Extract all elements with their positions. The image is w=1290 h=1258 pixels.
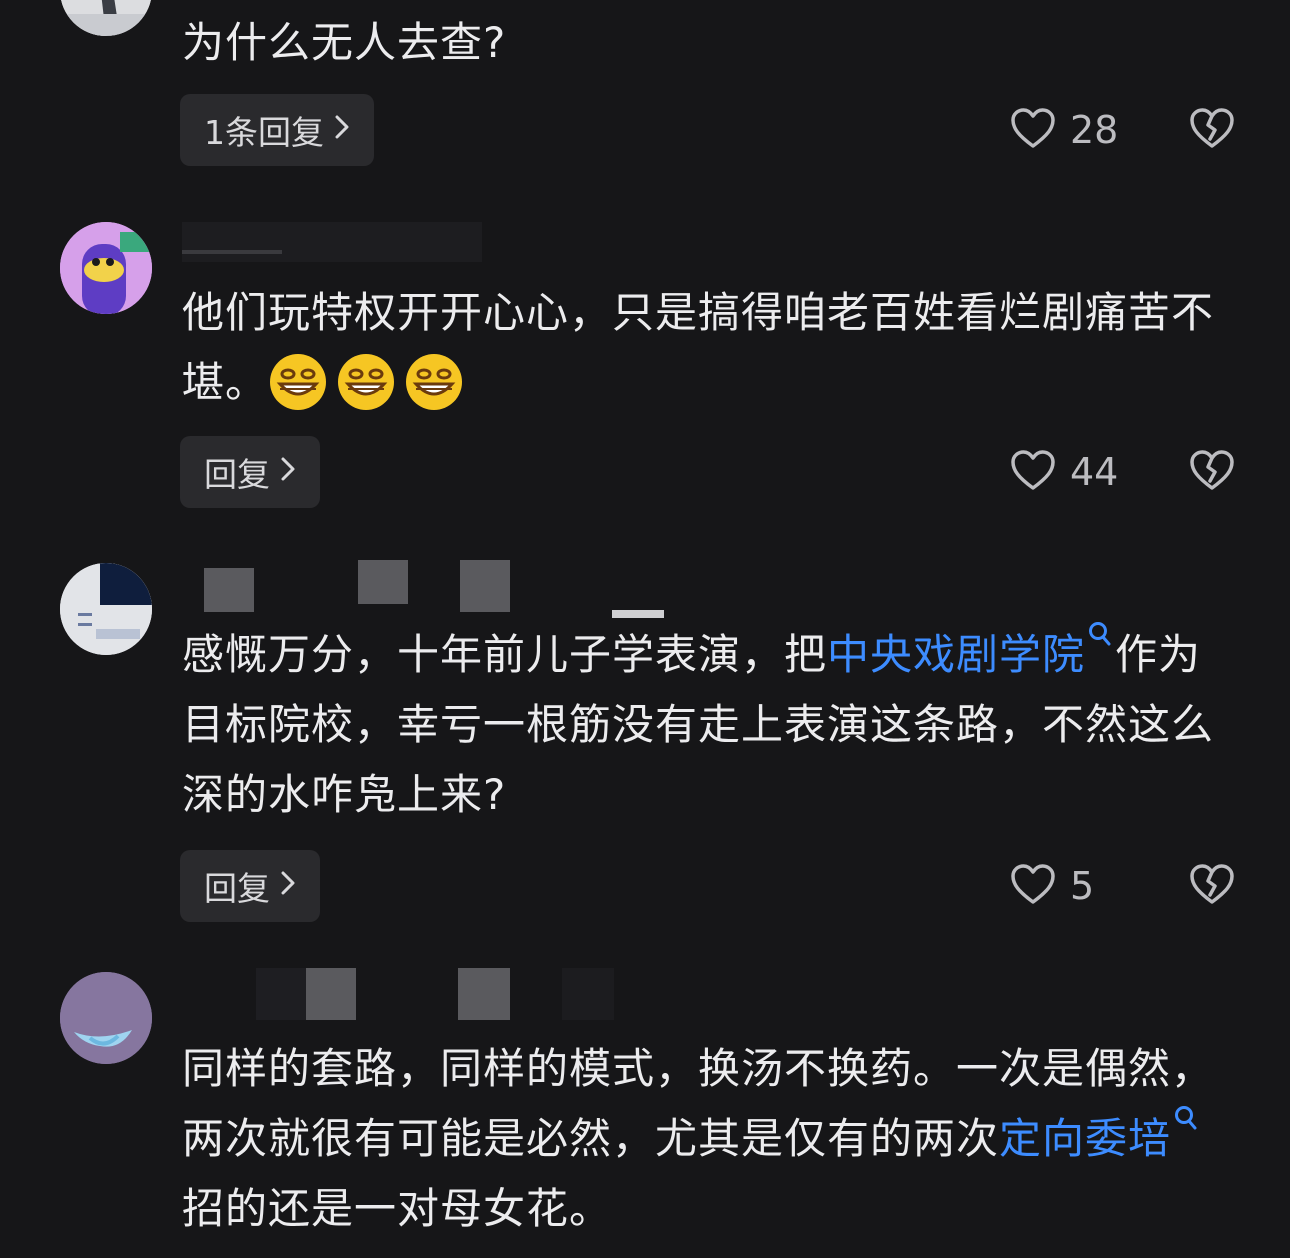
search-icon	[1085, 620, 1115, 654]
reply-button[interactable]: 回复	[180, 436, 320, 508]
chevron-right-icon	[280, 455, 296, 490]
like-button[interactable]: 5	[1010, 850, 1094, 922]
reply-label: 1条回复	[204, 113, 324, 152]
reply-button[interactable]: 回复	[180, 850, 320, 922]
dislike-button[interactable]	[1188, 94, 1236, 166]
comment-text-content: 感慨万分，十年前儿子学表演，把	[182, 630, 828, 679]
like-count: 5	[1070, 864, 1095, 908]
username-redacted	[182, 560, 702, 618]
grinning-face-emoji	[268, 353, 336, 410]
like-count: 44	[1070, 450, 1119, 494]
like-button[interactable]: 28	[1010, 94, 1118, 166]
avatar-image	[60, 0, 152, 36]
search-link[interactable]: 中央戏剧学院	[827, 622, 1115, 679]
reply-label: 回复	[204, 455, 270, 494]
heart-outline-icon	[1010, 107, 1056, 153]
like-button[interactable]: 44	[1010, 436, 1118, 508]
heart-outline-icon	[1010, 863, 1056, 909]
username-redacted	[182, 212, 702, 262]
avatar[interactable]	[60, 972, 152, 1064]
reply-button[interactable]: 1条回复	[180, 94, 374, 166]
broken-heart-icon	[1189, 863, 1235, 909]
heart-outline-icon	[1010, 449, 1056, 495]
grinning-face-emoji	[404, 353, 472, 410]
avatar-image	[60, 222, 152, 314]
search-link-text: 定向委培	[999, 1114, 1172, 1163]
search-link[interactable]: 定向委培	[999, 1106, 1201, 1163]
dislike-button[interactable]	[1188, 850, 1236, 922]
avatar[interactable]	[60, 563, 152, 655]
reply-label: 回复	[204, 869, 270, 908]
search-icon	[1171, 1104, 1201, 1138]
username-redacted	[182, 968, 702, 1020]
avatar-image	[60, 563, 152, 655]
comment-text: 他们玩特权开开心心，只是搞得咱老百姓看烂剧痛苦不堪。	[182, 278, 1242, 418]
like-count: 28	[1070, 108, 1119, 152]
broken-heart-icon	[1189, 449, 1235, 495]
grinning-face-emoji	[336, 353, 404, 410]
chevron-right-icon	[334, 113, 350, 148]
comment-text: 感慨万分，十年前儿子学表演，把中央戏剧学院 作为目标院校，幸亏一根筋没有走上表演这…	[182, 620, 1242, 830]
chevron-right-icon	[280, 869, 296, 904]
avatar[interactable]	[60, 0, 152, 36]
comment-text: 同样的套路，同样的模式，换汤不换药。一次是偶然，两次就很有可能是必然，尤其是仅有…	[182, 1034, 1242, 1244]
broken-heart-icon	[1189, 107, 1235, 153]
search-link-text: 中央戏剧学院	[827, 630, 1086, 679]
comment-text-continued: 招的还是一对母女花。	[182, 1184, 613, 1233]
avatar[interactable]	[60, 222, 152, 314]
comment-text: 为什么无人去查?	[182, 18, 507, 67]
avatar-image	[60, 972, 152, 1064]
dislike-button[interactable]	[1188, 436, 1236, 508]
